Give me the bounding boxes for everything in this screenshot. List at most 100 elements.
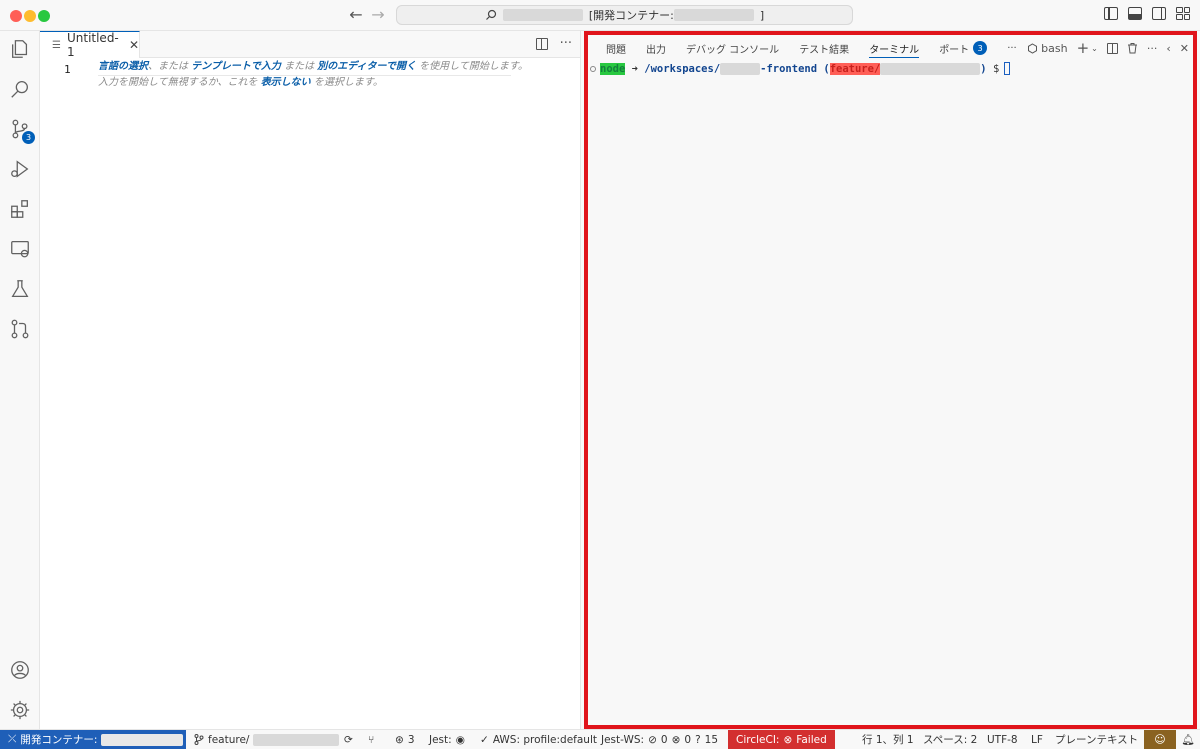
remote-label: 開発コンテナー: [20, 734, 98, 746]
circleci-status[interactable]: CircleCI: ⊗ Failed [728, 730, 835, 749]
toggle-secondary-sidebar-icon[interactable] [1152, 7, 1166, 20]
close-panel-icon[interactable]: ✕ [1180, 42, 1189, 55]
explorer-icon[interactable] [8, 37, 32, 61]
close-icon[interactable]: ✕ [129, 38, 139, 52]
panel-more-icon[interactable]: ··· [997, 35, 1027, 61]
circleci-label: CircleCI: [736, 733, 780, 746]
fill-template-link[interactable]: テンプレートで入力 [191, 61, 281, 72]
sync-icon[interactable]: ⟳ [344, 730, 353, 749]
pull-request-status-icon[interactable]: ⑂ [368, 730, 374, 749]
trash-icon[interactable] [1127, 42, 1138, 54]
cursor-position[interactable]: 行 1、列 1 [862, 730, 914, 749]
scm-badge: 3 [22, 131, 35, 144]
source-control-icon[interactable]: 3 [8, 117, 35, 144]
terminal-bash-icon [1028, 42, 1038, 54]
tab-terminal[interactable]: ターミナル [859, 35, 929, 61]
extensions-icon[interactable] [8, 197, 32, 221]
ports-status[interactable]: ⊛ 3 [395, 730, 415, 749]
hint-text: を使用して開始します。 [415, 61, 528, 72]
unknown-count: 15 [704, 733, 719, 746]
toggle-panel-icon[interactable] [1128, 7, 1142, 20]
redacted-text [502, 9, 583, 21]
pull-requests-icon[interactable] [8, 317, 32, 341]
check-icon: ✓ [480, 733, 489, 746]
branch-status[interactable]: feature/ [194, 730, 340, 749]
terminal-more-icon[interactable]: ··· [1147, 42, 1158, 55]
hint-text: を選択します。 [310, 77, 383, 88]
fail-icon: ⊗ [671, 733, 681, 746]
redacted-text [720, 62, 761, 75]
accounts-icon[interactable] [8, 658, 32, 682]
tab-label: Untitled-1 [66, 31, 119, 59]
branch-label: feature/ [208, 733, 250, 746]
error-circle-icon: ⊗ [783, 733, 793, 746]
aws-status[interactable]: ✓ AWS: profile:default [480, 730, 597, 749]
jestws-status[interactable]: Jest-WS: ⊘ 0 ⊗ 0 ? 15 [601, 730, 718, 749]
toggle-primary-sidebar-icon[interactable] [1104, 7, 1118, 20]
customize-layout-icon[interactable] [1176, 7, 1190, 20]
eol-status[interactable]: LF [1031, 730, 1043, 749]
notification-bell-icon[interactable]: 🔔︎ [1176, 730, 1200, 749]
shell-selector[interactable]: bash [1027, 41, 1068, 55]
arrow-left-icon[interactable]: ← [346, 5, 366, 24]
terminal-path-prefix: /workspaces/ [644, 62, 721, 75]
tab-test-results[interactable]: テスト結果 [789, 35, 859, 61]
arrow-right-icon[interactable]: → [368, 5, 388, 24]
split-editor-icon[interactable] [535, 38, 548, 50]
language-mode[interactable]: プレーンテキスト [1055, 730, 1138, 749]
redacted-text [253, 733, 340, 746]
new-terminal-icon[interactable]: + [1077, 39, 1090, 57]
more-actions-icon[interactable]: ··· [560, 36, 572, 51]
ports-tab-label: ポート [939, 44, 970, 56]
status-bar: ⤫ 開発コンテナー: feature/ ⟳ ⑂ ⊛ 3 Jest: ◉ ✓ AWS: … [0, 729, 1200, 749]
copilot-icon[interactable]: ☺ [1144, 730, 1176, 749]
panel-tab-bar: 問題 出力 デバッグ コンソール テスト結果 ターミナル ポート 3 ··· ba… [588, 35, 1193, 61]
jest-label: Jest: [429, 733, 452, 746]
chevron-left-icon[interactable]: ‹ [1166, 42, 1170, 55]
zoom-window-button[interactable] [38, 10, 50, 22]
eye-icon: ◉ [455, 733, 465, 746]
terminal-prompt-line[interactable]: node ➜ /workspaces/-frontend (feature/) … [590, 62, 1011, 75]
select-language-link[interactable]: 言語の選択 [98, 61, 148, 72]
encoding-status[interactable]: UTF-8 [987, 730, 1018, 749]
fail-count: 0 [684, 733, 692, 746]
aws-label: AWS: profile:default [492, 733, 597, 746]
split-terminal-icon[interactable] [1106, 42, 1118, 54]
testing-flask-icon[interactable] [8, 277, 32, 301]
title-bar: ← → [開発コンテナー: ] [0, 0, 1200, 31]
dont-show-link[interactable]: 表示しない [261, 77, 311, 88]
tab-problems[interactable]: 問題 [596, 35, 636, 61]
run-debug-icon[interactable] [8, 157, 32, 181]
radio-tower-icon: ⊛ [395, 733, 404, 746]
tab-debug-console[interactable]: デバッグ コンソール [676, 35, 789, 61]
command-center-search[interactable]: [開発コンテナー: ] [396, 5, 853, 25]
unknown-icon: ? [695, 733, 701, 746]
tab-output[interactable]: 出力 [636, 35, 676, 61]
git-branch-icon [194, 734, 204, 745]
tab-untitled-1[interactable]: ☰ Untitled-1 ✕ [40, 31, 140, 59]
window-title-suffix: ] [759, 8, 765, 22]
editor-tab-bar: ☰ Untitled-1 ✕ ··· [40, 31, 580, 59]
jest-status[interactable]: Jest: ◉ [429, 730, 465, 749]
indentation-status[interactable]: スペース: 2 [923, 730, 977, 749]
chevron-down-icon[interactable]: ⌄ [1091, 44, 1098, 53]
window-title-prefix: [開発コンテナー: [588, 9, 674, 22]
terminal-panel: 問題 出力 デバッグ コンソール テスト結果 ターミナル ポート 3 ··· ba… [584, 31, 1197, 729]
search-icon[interactable] [8, 77, 32, 101]
close-window-button[interactable] [10, 10, 22, 22]
remote-icon: ⤫ [8, 733, 17, 745]
minimize-window-button[interactable] [24, 10, 36, 22]
hint-text: 入力を開始して無視するか、これを [98, 77, 261, 88]
file-lines-icon: ☰ [52, 39, 61, 51]
jestws-label: Jest-WS: [601, 733, 645, 746]
editor-hint: 言語の選択、または テンプレートで入力 または 別のエディターで開く を使用して… [98, 60, 528, 90]
settings-gear-icon[interactable] [8, 698, 32, 722]
tab-ports[interactable]: ポート 3 [929, 35, 997, 61]
open-different-editor-link[interactable]: 別のエディターで開く [317, 61, 416, 72]
ports-badge: 3 [973, 41, 988, 55]
shell-label: bash [1041, 41, 1068, 55]
terminal-user: node [600, 62, 626, 75]
remote-indicator[interactable]: ⤫ 開発コンテナー: [0, 730, 186, 749]
remote-explorer-icon[interactable] [8, 237, 32, 261]
hint-text: 、または [148, 61, 192, 72]
